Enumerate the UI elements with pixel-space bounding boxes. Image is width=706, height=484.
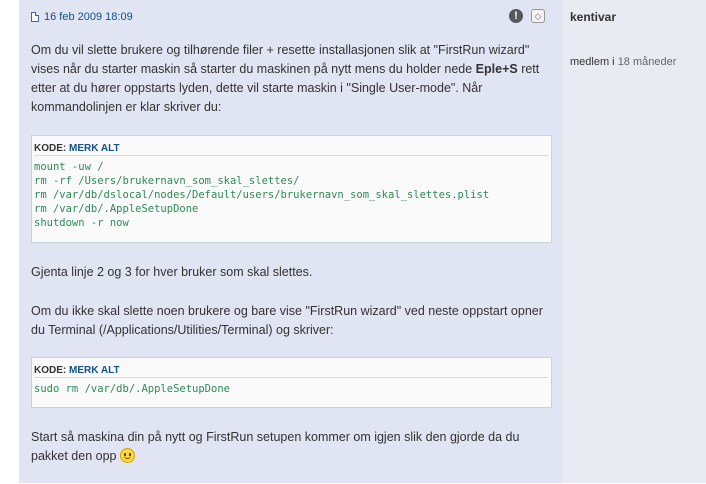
member-label: medlem i xyxy=(570,56,615,68)
member-since: medlem i 18 måneder xyxy=(570,56,676,68)
code-box-header: KODE: MERK ALT xyxy=(34,361,548,378)
report-post-icon[interactable]: ! xyxy=(509,9,523,23)
post-info-icon[interactable]: ◇ xyxy=(531,9,545,23)
member-duration: 18 måneder xyxy=(617,56,677,68)
author-profile: kentivar medlem i 18 måneder xyxy=(562,0,706,483)
post-date: 16 feb 2009 18:09 xyxy=(44,11,133,23)
paragraph-1: Om du vil slette brukere og tilhørende f… xyxy=(31,43,540,114)
code-content[interactable]: mount -uw / rm -rf /Users/brukernavn_som… xyxy=(34,160,489,230)
code-box: KODE: MERK ALT mount -uw / rm -rf /Users… xyxy=(31,135,552,243)
paragraph-3: Om du ikke skal slette noen brukere og b… xyxy=(31,304,543,337)
select-all-link[interactable]: MERK ALT xyxy=(69,143,120,154)
paragraph-4: Start så maskina din på nytt og FirstRun… xyxy=(31,430,520,463)
author-username[interactable]: kentivar xyxy=(570,10,616,24)
key-combo-text: Eple+S xyxy=(475,62,518,76)
select-all-link[interactable]: MERK ALT xyxy=(69,365,120,376)
forum-post: 16 feb 2009 18:09 ! ◇ Om du vil slette b… xyxy=(19,0,706,483)
code-box: KODE: MERK ALT sudo rm /var/db/.AppleSet… xyxy=(31,357,552,408)
post-document-icon[interactable] xyxy=(31,12,39,22)
code-label: KODE: xyxy=(34,143,67,154)
post-content-area: 16 feb 2009 18:09 ! ◇ Om du vil slette b… xyxy=(19,0,562,483)
paragraph-2: Gjenta linje 2 og 3 for hver bruker som … xyxy=(31,265,313,279)
post-header: 16 feb 2009 18:09 ! ◇ xyxy=(31,8,551,28)
code-label: KODE: xyxy=(34,365,67,376)
code-box-header: KODE: MERK ALT xyxy=(34,139,548,156)
code-content[interactable]: sudo rm /var/db/.AppleSetupDone xyxy=(34,382,230,396)
smiley-emoticon-icon xyxy=(119,448,135,463)
